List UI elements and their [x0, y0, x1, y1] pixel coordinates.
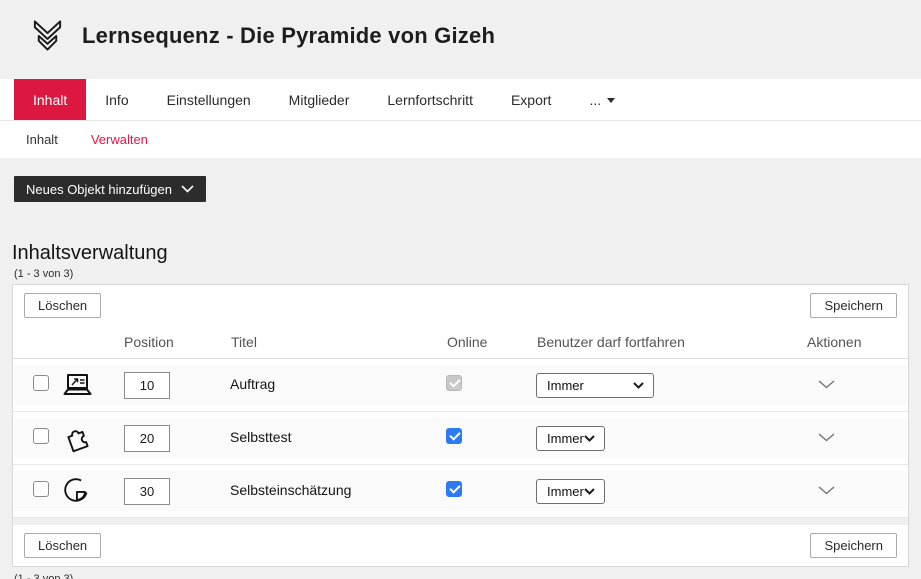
select-caret-icon: [584, 488, 595, 495]
table-header-row: Position Titel Online Benutzer darf fort…: [13, 326, 908, 359]
select-caret-icon: [584, 435, 595, 442]
test-icon: [61, 422, 107, 454]
main-tabbar: Inhalt Info Einstellungen Mitglieder Ler…: [0, 79, 921, 121]
position-input[interactable]: [124, 478, 170, 505]
range-info-bottom: (1 - 3 von 3): [14, 573, 921, 579]
caret-down-icon: [607, 98, 615, 103]
subtabbar: Inhalt Verwalten: [0, 121, 921, 158]
proceed-select[interactable]: Immer: [536, 426, 605, 451]
proceed-select[interactable]: Immer: [536, 373, 654, 398]
online-checkbox[interactable]: [446, 428, 462, 444]
column-header-proceed: Benutzer darf fortfahren: [534, 334, 806, 350]
online-checkbox: [446, 375, 462, 391]
exercise-icon: [61, 373, 107, 397]
save-button-bottom[interactable]: Speichern: [810, 533, 897, 558]
tab-inhalt[interactable]: Inhalt: [14, 79, 86, 120]
position-input[interactable]: [124, 372, 170, 399]
subtab-verwalten[interactable]: Verwalten: [91, 132, 148, 147]
page-header: Lernsequenz - Die Pyramide von Gizeh: [0, 0, 921, 79]
content-table-panel: Löschen Speichern Position Titel Online …: [12, 284, 909, 567]
item-title: Selbsteinschätzung: [230, 482, 351, 498]
table-row: Selbsttest Immer: [13, 412, 908, 465]
row-actions-chevron-icon[interactable]: [812, 482, 841, 499]
chevron-down-icon: [181, 185, 194, 193]
select-caret-icon: [633, 382, 644, 389]
delete-button-bottom[interactable]: Löschen: [24, 533, 101, 558]
page-title: Lernsequenz - Die Pyramide von Gizeh: [82, 23, 495, 49]
item-title: Selbsttest: [230, 429, 291, 445]
tab-einstellungen[interactable]: Einstellungen: [148, 79, 270, 120]
column-header-position: Position: [108, 334, 204, 350]
save-button-top[interactable]: Speichern: [810, 293, 897, 318]
row-select-checkbox[interactable]: [33, 428, 49, 444]
table-row: Selbsteinschätzung Immer: [13, 465, 908, 518]
tab-export[interactable]: Export: [492, 79, 570, 120]
row-actions-chevron-icon[interactable]: [812, 429, 841, 446]
tab-mitglieder[interactable]: Mitglieder: [270, 79, 369, 120]
row-select-checkbox[interactable]: [33, 375, 49, 391]
position-input[interactable]: [124, 425, 170, 452]
table-row: Auftrag Immer: [13, 359, 908, 412]
column-header-titel: Titel: [204, 334, 444, 350]
column-header-aktionen: Aktionen: [806, 334, 908, 350]
tab-info[interactable]: Info: [86, 79, 147, 120]
item-title: Auftrag: [230, 376, 275, 392]
range-info-top: (1 - 3 von 3): [14, 268, 921, 280]
table-actions-bottom: Löschen Speichern: [13, 525, 908, 566]
toolbar: Neues Objekt hinzufügen: [0, 158, 921, 202]
survey-icon: [61, 476, 107, 506]
row-actions-chevron-icon[interactable]: [812, 376, 841, 393]
column-header-online: Online: [444, 334, 534, 350]
proceed-select[interactable]: Immer: [536, 479, 605, 504]
online-checkbox[interactable]: [446, 481, 462, 497]
table-actions-top: Löschen Speichern: [13, 285, 908, 326]
delete-button-top[interactable]: Löschen: [24, 293, 101, 318]
row-select-checkbox[interactable]: [33, 481, 49, 497]
learning-sequence-icon: [30, 17, 65, 54]
table-footer-separator: [13, 518, 908, 525]
subtab-inhalt[interactable]: Inhalt: [26, 132, 58, 147]
tab-more[interactable]: ...: [570, 79, 634, 120]
section-title: Inhaltsverwaltung: [12, 242, 921, 265]
tab-lernfortschritt[interactable]: Lernfortschritt: [368, 79, 492, 120]
add-object-button[interactable]: Neues Objekt hinzufügen: [14, 176, 206, 202]
